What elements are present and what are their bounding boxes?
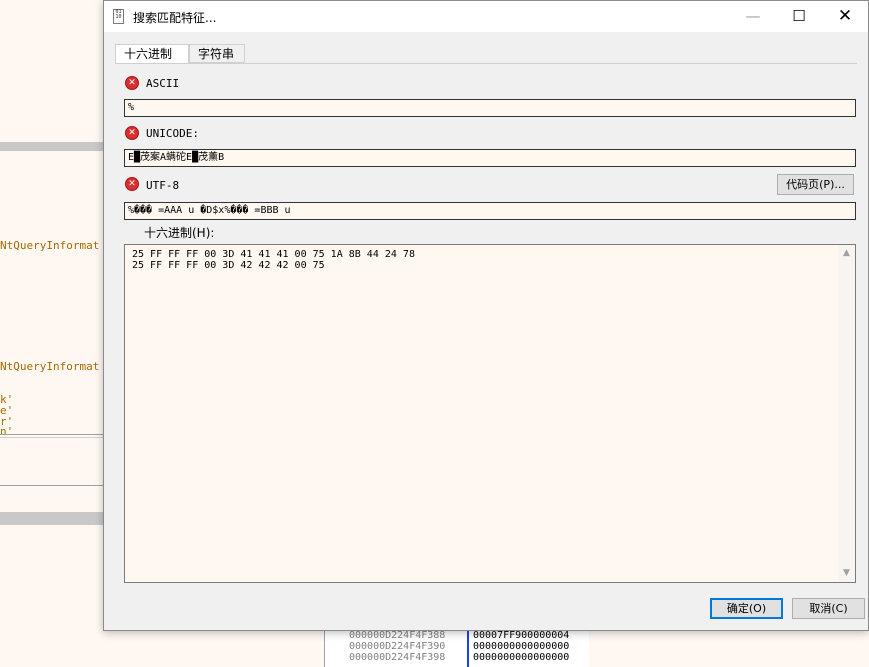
cancel-button[interactable]: 取消(C) (792, 598, 865, 619)
scroll-up-icon[interactable]: ▲ (838, 245, 855, 262)
background-divider (0, 485, 103, 486)
error-icon: ✕ (125, 76, 139, 90)
ok-button[interactable]: 确定(O) (710, 598, 783, 619)
memory-column-separator (467, 630, 469, 667)
tab-hex[interactable]: 十六进制 (115, 44, 189, 64)
error-icon: ✕ (125, 126, 139, 140)
background-panel-bar (0, 142, 103, 151)
scroll-down-icon[interactable]: ▼ (838, 565, 855, 582)
memory-value: 0000000000000000 (473, 641, 570, 652)
binary-file-icon: 01 10 (113, 9, 124, 24)
utf8-field[interactable]: %��� =AAA u �D$x%��� =BBB u (124, 202, 856, 220)
maximize-button[interactable]: ☐ (776, 1, 822, 32)
ascii-field[interactable]: % (124, 99, 856, 117)
minimize-button[interactable]: — (730, 1, 776, 32)
search-pattern-dialog: 01 10 搜索匹配特征... — ☐ ✕ 十六进制 字符串 ✕ ASCII % … (103, 0, 869, 631)
background-divider (0, 434, 103, 435)
title-bar[interactable]: 01 10 搜索匹配特征... — ☐ ✕ (104, 1, 868, 32)
vertical-scrollbar[interactable]: ▲ ▼ (838, 245, 855, 582)
memory-value: 00007FF900000004 (473, 630, 570, 641)
memory-dump-panel: 000000D224F4F388 00007FF900000004 000000… (324, 628, 589, 667)
close-button[interactable]: ✕ (822, 1, 868, 32)
dialog-title: 搜索匹配特征... (133, 11, 217, 25)
error-icon: ✕ (125, 177, 139, 191)
tab-string[interactable]: 字符串 (189, 44, 245, 63)
hex-line: 25 FF FF FF 00 3D 41 41 41 00 75 1A 8B 4… (132, 249, 415, 260)
unicode-label: UNICODE: (146, 127, 199, 140)
background-code-line: NtQueryInformat (0, 360, 100, 373)
background-code-fragment: n' (0, 425, 14, 438)
unicode-field[interactable]: E█茂案A螨砣E█茂薰B (124, 149, 856, 167)
background-divider (0, 437, 103, 438)
memory-address: 000000D224F4F388 (349, 630, 446, 641)
hex-content: 25 FF FF FF 00 3D 41 41 41 00 75 1A 8B 4… (132, 249, 835, 271)
hex-textarea[interactable]: 25 FF FF FF 00 3D 41 41 41 00 75 1A 8B 4… (124, 244, 856, 583)
hex-label: 十六进制(H): (144, 226, 215, 240)
memory-address: 000000D224F4F390 (349, 641, 446, 652)
tab-divider (115, 63, 857, 64)
utf8-label: UTF-8 (146, 179, 180, 192)
background-code-line: NtQueryInformat (0, 239, 100, 252)
memory-address: 000000D224F4F398 (349, 652, 446, 663)
ascii-label: ASCII (146, 77, 180, 90)
hex-line: 25 FF FF FF 00 3D 42 42 42 00 75 (132, 260, 325, 271)
memory-value: 0000000000000000 (473, 652, 570, 663)
background-panel-bar (0, 512, 103, 525)
codepage-button[interactable]: 代码页(P)... (777, 174, 854, 195)
